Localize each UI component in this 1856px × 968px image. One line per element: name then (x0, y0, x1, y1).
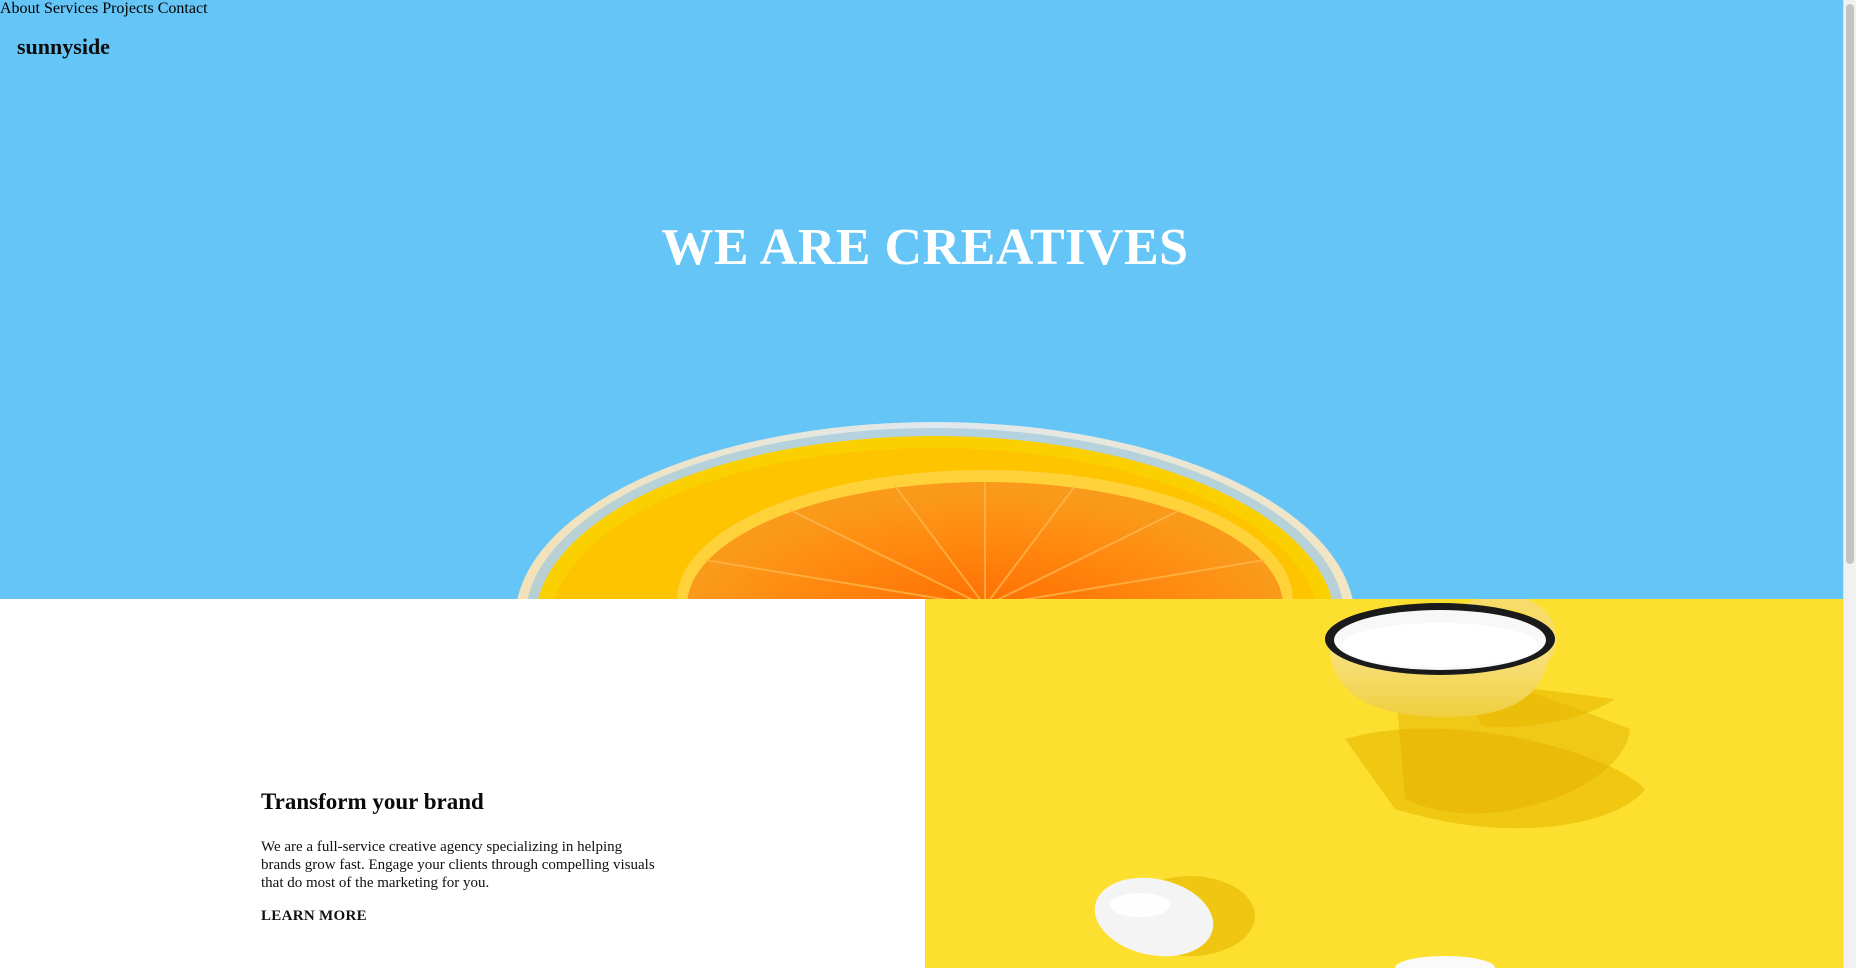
hero-section: sunnyside About Services Projects Contac… (0, 0, 1856, 599)
cup-egg-image (925, 599, 1844, 968)
orange-slice-image (517, 422, 1353, 599)
learn-more-link[interactable]: LEARN MORE (261, 908, 367, 925)
brand-heading: Transform your brand (261, 789, 484, 814)
brand-section: Transform your brand We are a full-servi… (0, 599, 925, 968)
hero-title: WE ARE CREATIVES (661, 219, 1189, 276)
cup-egg-illustration (1094, 599, 1645, 968)
logo[interactable]: sunnyside (17, 34, 110, 60)
brand-description: We are a full-service creative agency sp… (261, 839, 655, 891)
scrollbar-thumb[interactable] (1846, 4, 1854, 564)
vertical-scrollbar[interactable] (1843, 0, 1856, 968)
